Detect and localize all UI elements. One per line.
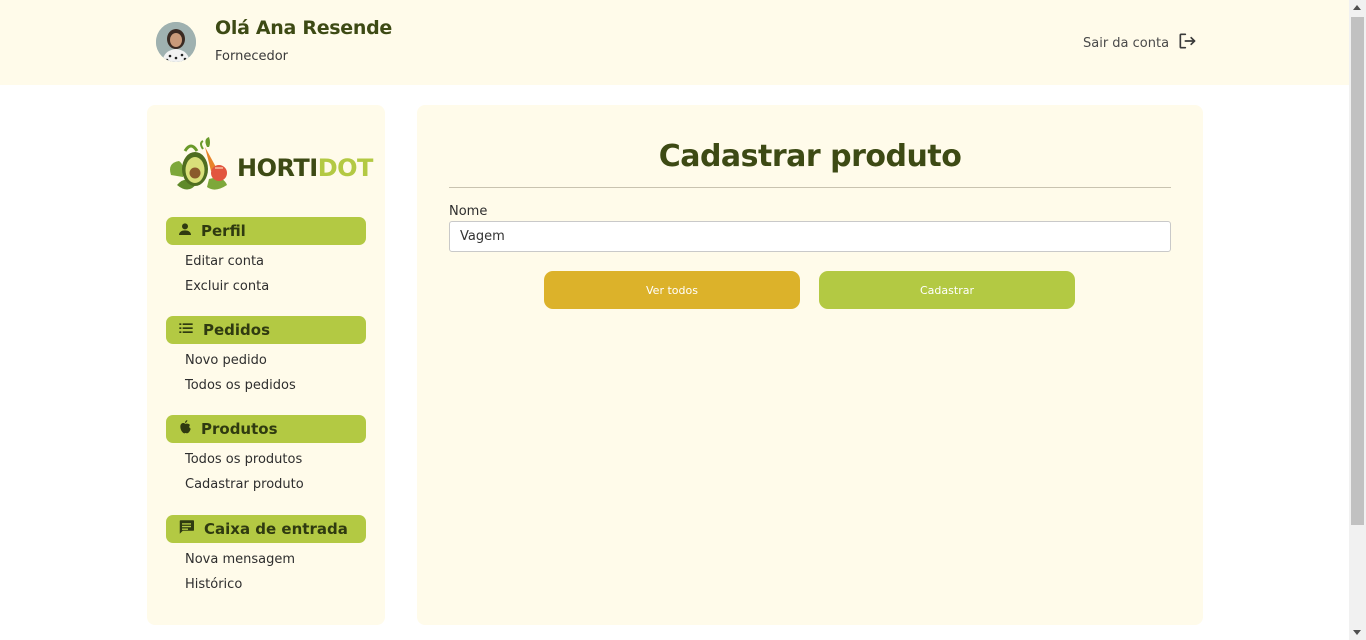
scroll-thumb[interactable] [1351, 17, 1364, 525]
sidebar-item-excluir-conta[interactable]: Excluir conta [185, 274, 366, 299]
section-caixa-entrada: Caixa de entrada Nova mensagem Histórico [166, 515, 366, 597]
hortidot-logo[interactable]: HORTIDOT [165, 135, 373, 201]
logo-wordmark: HORTIDOT [237, 154, 373, 182]
name-field-label: Nome [449, 204, 488, 219]
user-greeting: Olá Ana Resende [215, 17, 392, 39]
submit-button[interactable]: Cadastrar [819, 271, 1075, 309]
avatar[interactable] [156, 22, 196, 62]
section-label: Perfil [201, 222, 246, 240]
page-title: Cadastrar produto [658, 139, 962, 174]
section-header-perfil[interactable]: Perfil [166, 217, 366, 245]
section-label: Caixa de entrada [204, 520, 348, 538]
section-pedidos: Pedidos Novo pedido Todos os pedidos [166, 316, 366, 398]
section-label: Pedidos [203, 321, 271, 339]
section-header-pedidos[interactable]: Pedidos [166, 316, 366, 344]
section-produtos: Produtos Todos os produtos Cadastrar pro… [166, 415, 366, 497]
sidebar-item-novo-pedido[interactable]: Novo pedido [185, 348, 366, 373]
logout-button[interactable]: Sair da conta [1083, 31, 1197, 55]
scroll-up-icon[interactable] [1353, 5, 1361, 10]
list-icon [177, 320, 195, 340]
vegetables-logo-icon [165, 135, 231, 201]
user-role: Fornecedor [215, 49, 289, 64]
sidebar-item-todos-pedidos[interactable]: Todos os pedidos [185, 373, 366, 398]
main-panel: Cadastrar produto Nome Ver todos Cadastr… [417, 105, 1203, 625]
sidebar-item-nova-mensagem[interactable]: Nova mensagem [185, 547, 366, 572]
sidebar-item-editar-conta[interactable]: Editar conta [185, 249, 366, 274]
top-header: Olá Ana Resende Fornecedor Sair da conta [0, 0, 1349, 85]
view-all-button[interactable]: Ver todos [544, 271, 800, 309]
apple-icon [177, 419, 193, 439]
title-divider [449, 187, 1171, 188]
section-header-produtos[interactable]: Produtos [166, 415, 366, 443]
logout-label: Sair da conta [1083, 35, 1170, 51]
section-header-caixa-entrada[interactable]: Caixa de entrada [166, 515, 366, 543]
sidebar: HORTIDOT Perfil Editar conta Excluir con… [147, 105, 385, 625]
sidebar-item-historico[interactable]: Histórico [185, 572, 366, 597]
sidebar-item-cadastrar-produto[interactable]: Cadastrar produto [185, 472, 366, 497]
logout-icon [1177, 31, 1197, 55]
section-label: Produtos [201, 420, 278, 438]
message-icon [177, 518, 196, 540]
person-icon [177, 221, 193, 241]
sidebar-item-todos-produtos[interactable]: Todos os produtos [185, 447, 366, 472]
section-perfil: Perfil Editar conta Excluir conta [166, 217, 366, 299]
name-input[interactable] [449, 221, 1171, 252]
scroll-down-icon[interactable] [1353, 630, 1361, 635]
page-scrollbar[interactable] [1349, 0, 1366, 640]
